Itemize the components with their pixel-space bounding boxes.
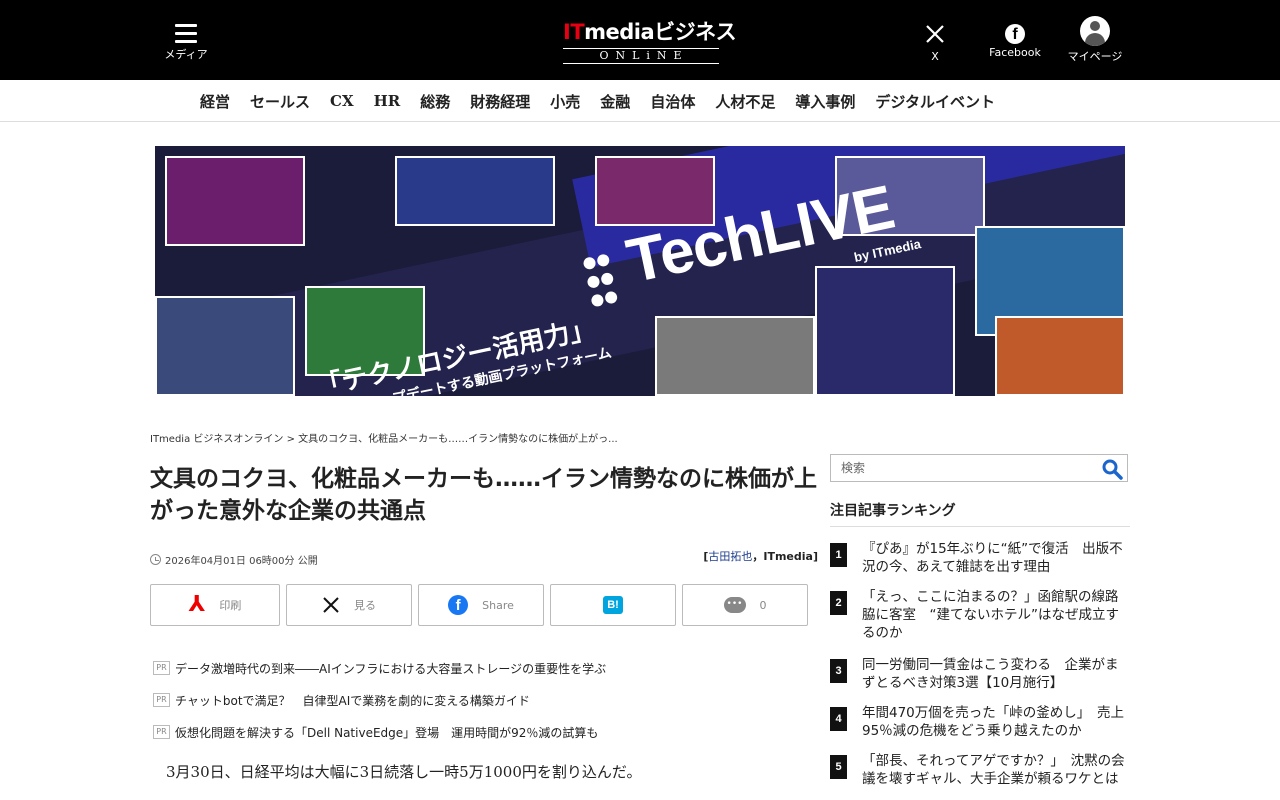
category-nav-item[interactable]: 小売 [540,91,590,112]
author-name-link[interactable]: 古田拓也 [708,550,752,563]
ranking-item[interactable]: 3 同一労働同一賃金はこう変わる 企業がまずとるべき対策3選【10月施行】 [830,656,1130,692]
pr-link-item[interactable]: PR 仮想化問題を解決する「Dell NativeEdge」登場 運用時間が92％… [153,716,606,748]
share-facebook-label: Share [482,598,514,612]
share-bar: ⅄ 印刷 見る f Share B! ••• 0 [150,584,808,626]
category-nav-item[interactable]: HR [364,92,411,110]
ranking-item[interactable]: 4 年間470万個を売った「峠の釜めし」 売上95％減の危機をどう乗り越えたのか [830,704,1130,740]
breadcrumb-separator: > [283,434,299,445]
ranking-item-title: 同一労働同一賃金はこう変わる 企業がまずとるべき対策3選【10月施行】 [862,657,1119,691]
mypage-label: マイページ [1067,50,1123,63]
category-nav-item[interactable]: 自治体 [640,91,705,112]
ranking-item-title: 「えっ、ここに泊まるの？」函館駅の線路脇に客室 “建てないホテル”はなぜ成立する… [862,589,1119,641]
banner-tile [815,266,955,396]
facebook-icon: f [1005,24,1025,44]
search-input[interactable] [831,455,1091,481]
logo-main: ITmediaビジネス [563,20,737,44]
ranking-number-badge: 5 [830,755,847,779]
media-menu-label: メディア [164,48,208,61]
category-nav-item[interactable]: セールス [240,91,320,112]
hatena-bookmark-button[interactable]: B! [550,584,676,626]
mypage-link[interactable]: マイページ [1063,16,1127,64]
user-avatar-icon [1080,16,1110,46]
share-x-button[interactable]: 見る [286,584,412,626]
comment-button[interactable]: ••• 0 [682,584,808,626]
banner-tile [155,296,295,396]
search-icon[interactable] [1101,458,1123,480]
facebook-icon: f [448,595,469,615]
pr-link-item[interactable]: PR データ激増時代の到来――AIインフラにおける大容量ストレージの重要性を学ぶ [153,652,606,684]
site-logo[interactable]: ITmediaビジネス ONLiNE [563,16,737,64]
share-facebook-button[interactable]: f Share [418,584,544,626]
breadcrumb-current[interactable]: 文具のコクヨ、化粧品メーカーも……イラン情勢なのに株価が上がっ... [298,434,618,445]
banner-tile [655,316,815,396]
pr-badge: PR [153,725,170,739]
x-label: X [931,50,939,63]
site-header: メディア ITmediaビジネス ONLiNE X f Facebook マイペ… [0,0,1280,80]
pr-badge: PR [153,693,170,707]
category-nav-item[interactable]: 導入事例 [785,91,865,112]
share-x-label: 見る [354,599,376,612]
ranking-divider [830,526,1130,527]
category-nav-item[interactable]: 財務経理 [460,91,540,112]
ranking-number-badge: 1 [830,543,847,567]
category-nav-item[interactable]: 総務 [410,91,460,112]
ranking-item-title: 『ぴあ』が15年ぶりに“紙”で復活 出版不況の今、あえて雑誌を出す理由 [862,541,1123,575]
clock-icon [150,554,161,565]
pr-badge: PR [153,661,170,675]
hatena-bookmark-icon: B! [603,596,623,614]
comment-bubble-icon: ••• [723,597,746,613]
ranking-item-title: 年間470万個を売った「峠の釜めし」 売上95％減の危機をどう乗り越えたのか [862,705,1125,739]
article-meta: 2026年04月01日 06時00分 公開 [150,552,318,567]
ranking-item[interactable]: 5 「部長、それってアゲですか？」 沈黙の会議を壊すギャル、大手企業が頼るワケとは [830,752,1130,788]
pr-link-list: PR データ激増時代の到来――AIインフラにおける大容量ストレージの重要性を学ぶ P… [153,652,606,748]
article-author: [古田拓也，ITmedia] [703,550,818,563]
category-nav-item[interactable]: 金融 [590,91,640,112]
ranking-number-badge: 2 [830,591,847,615]
banner-tile [995,316,1125,396]
banner-tile [395,156,555,226]
pdf-icon: ⅄ [188,592,206,617]
pr-link-text: データ激増時代の到来――AIインフラにおける大容量ストレージの重要性を学ぶ [175,661,607,676]
ranking-title: 注目記事ランキング [830,503,956,519]
print-label: 印刷 [219,599,242,612]
ranking-item[interactable]: 1 『ぴあ』が15年ぶりに“紙”で復活 出版不況の今、あえて雑誌を出す理由 [830,540,1130,576]
banner-tile [165,156,305,246]
ranking-number-badge: 3 [830,659,847,683]
category-nav: 経営 セールス CX HR 総務 財務経理 小売 金融 自治体 人材不足 導入事例 デジタルイベント [0,80,1280,122]
hamburger-icon [175,24,197,43]
category-nav-item[interactable]: デジタルイベント [865,91,1005,112]
pr-link-item[interactable]: PR チャットbotで満足？ 自律型AIで業務を劇的に変える構築ガイド [153,684,606,716]
breadcrumb: ITmedia ビジネスオンライン > 文具のコクヨ、化粧品メーカーも……イラン… [150,430,618,445]
category-nav-item[interactable]: 人材不足 [705,91,785,112]
breadcrumb-home[interactable]: ITmedia ビジネスオンライン [150,434,283,445]
pr-link-text: チャットbotで満足？ 自律型AIで業務を劇的に変える構築ガイド [175,693,530,708]
category-nav-item[interactable]: CX [320,92,364,110]
article-lead: 3月30日、日経平均は大幅に3日続落し一時5万1000円を割り込んだ。 [166,763,642,781]
category-list: 経営 セールス CX HR 総務 財務経理 小売 金融 自治体 人材不足 導入事例 デジタルイベント [190,80,1005,122]
ranking-item-title: 「部長、それってアゲですか？」 沈黙の会議を壊すギャル、大手企業が頼るワケとは [862,753,1125,787]
media-menu-button[interactable]: メディア [160,20,212,62]
author-org: ITmedia [763,550,813,563]
ranking-item[interactable]: 2 「えっ、ここに泊まるの？」函館駅の線路脇に客室 “建てないホテル”はなぜ成立す… [830,588,1130,642]
ranking-number-badge: 4 [830,707,847,731]
category-nav-item[interactable]: 経営 [190,91,240,112]
article-title: 文具のコクヨ、化粧品メーカーも……イラン情勢なのに株価が上がった意外な企業の共通… [150,466,817,524]
x-icon [323,597,339,613]
facebook-label: Facebook [989,46,1041,59]
techlive-banner[interactable]: TechLIVE by ITmedia 「テクノロジー活用力」 をアップデートす… [155,146,1125,396]
logo-sub: ONLiNE [563,48,719,64]
search-box [830,454,1128,482]
header-x-link[interactable]: X [915,16,955,63]
pr-link-text: 仮想化問題を解決する「Dell NativeEdge」登場 運用時間が92％減の… [175,725,599,740]
header-facebook-link[interactable]: f Facebook [985,16,1045,59]
publish-date: 2026年04月01日 06時00分 公開 [165,556,318,567]
print-button[interactable]: ⅄ 印刷 [150,584,280,626]
x-icon [926,25,944,43]
comment-count: 0 [759,598,767,612]
